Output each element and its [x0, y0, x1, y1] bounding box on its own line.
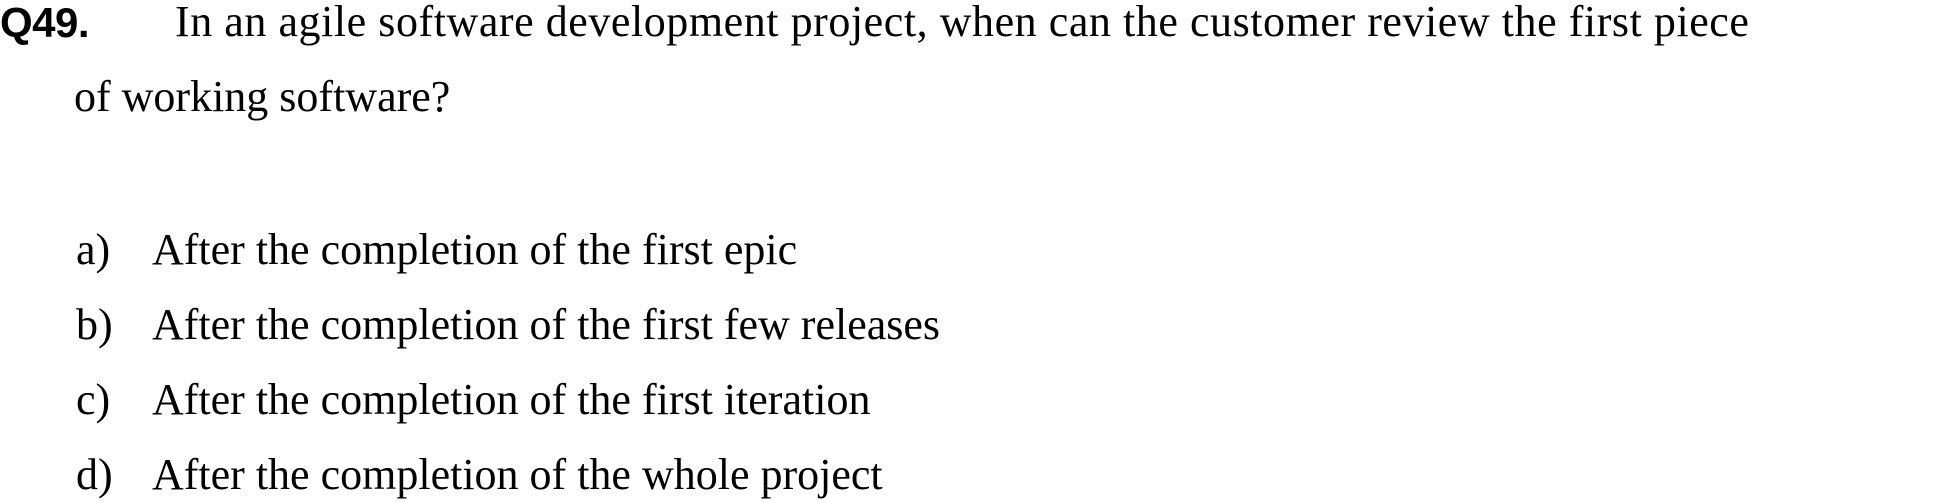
option-letter: c) — [76, 375, 111, 424]
question-block: Q49. In an agile software development pr… — [0, 0, 1934, 130]
option-text: After the completion of the whole projec… — [152, 450, 883, 499]
question-text-line-2: of working software? — [74, 72, 451, 121]
option-text: After the completion of the first iterat… — [152, 375, 871, 424]
question-number: Q49. — [0, 0, 90, 46]
option-letter: d) — [76, 450, 113, 499]
option-letter: b) — [76, 300, 113, 349]
option-letter: a) — [76, 225, 111, 274]
answer-option-c: c) After the completion of the first ite… — [0, 372, 1200, 428]
option-text: After the completion of the first few re… — [152, 300, 941, 349]
answer-option-d: d) After the completion of the whole pro… — [0, 447, 1200, 503]
answer-option-b: b) After the completion of the first few… — [0, 297, 1200, 353]
question-text-line-1: In an agile software development project… — [175, 0, 1750, 46]
answer-option-a: a) After the completion of the first epi… — [0, 222, 1200, 278]
option-text: After the completion of the first epic — [152, 225, 798, 274]
